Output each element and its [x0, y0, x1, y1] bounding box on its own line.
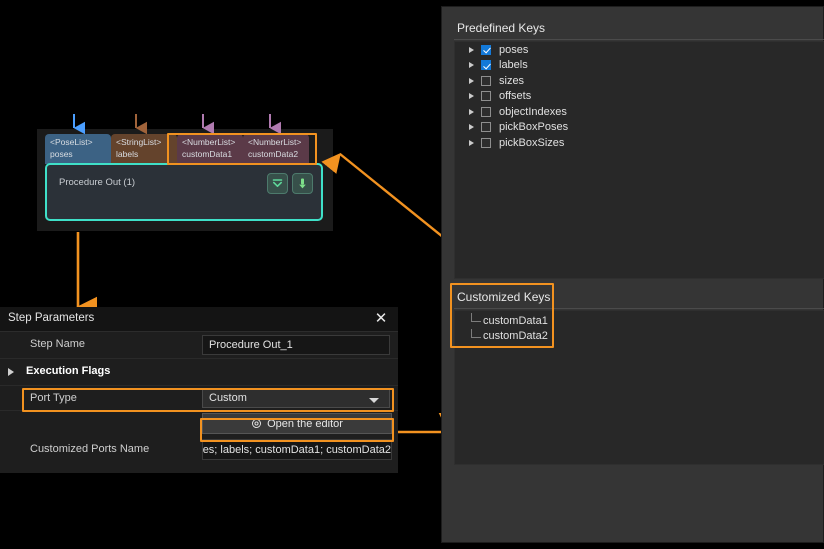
tree-row-poses[interactable]: poses: [455, 42, 824, 58]
customized-keys-tree[interactable]: customData1 customData2: [454, 310, 824, 465]
node-port-poses[interactable]: <PoseList> poses: [45, 134, 111, 164]
node-port-type: <PoseList>: [50, 137, 93, 147]
close-icon[interactable]: ✕: [372, 309, 390, 327]
panel-title: Step Parameters: [8, 312, 95, 324]
gear-icon: [252, 419, 262, 428]
node-port-name: labels: [116, 148, 139, 159]
tree-row-offsets[interactable]: offsets: [455, 89, 824, 105]
tree-item-label: objectIndexes: [499, 105, 567, 118]
node-port-type: <NumberList>: [248, 137, 302, 147]
chevron-right-icon[interactable]: [469, 139, 474, 146]
list-item[interactable]: customData2: [455, 328, 824, 345]
port-type-select[interactable]: Custom: [202, 388, 390, 408]
section-divider: [454, 308, 824, 309]
tree-item-label: sizes: [499, 74, 525, 87]
chevron-right-icon[interactable]: [469, 46, 474, 53]
step-name-input[interactable]: Procedure Out_1: [202, 335, 390, 355]
key-editor-dialog: Predefined Keys poses labels sizes offse…: [441, 6, 824, 543]
node-port-customdata1[interactable]: <NumberList> customData1: [177, 134, 243, 164]
checkbox-labels[interactable]: [481, 60, 491, 71]
step-name-label: Step Name: [30, 338, 86, 350]
port-type-label: Port Type: [30, 392, 77, 404]
execution-flags-label: Execution Flags: [26, 365, 111, 377]
node-port-name: customData2: [248, 148, 299, 159]
section-divider: [454, 39, 824, 40]
chevron-right-icon[interactable]: [469, 62, 474, 69]
open-the-editor-label: Open the editor: [267, 417, 343, 430]
customized-key-label: customData1: [483, 314, 548, 327]
customized-ports-label: Customized Ports Name: [30, 443, 150, 455]
checkbox-pickboxsizes[interactable]: [481, 137, 491, 148]
customized-keys-title: Customized Keys: [457, 290, 551, 304]
chevron-down-icon: [369, 398, 379, 403]
checkbox-offsets[interactable]: [481, 91, 491, 102]
node-port-name: customData1: [182, 148, 233, 159]
tree-row-pickboxsizes[interactable]: pickBoxSizes: [455, 135, 824, 151]
double-chevron-down-icon[interactable]: [267, 173, 288, 194]
predefined-keys-tree[interactable]: poses labels sizes offsets objectIndexes…: [454, 41, 824, 279]
tree-branch-line: [471, 313, 481, 322]
step-parameters-header: Step Parameters ✕: [0, 307, 398, 332]
tree-row-sizes[interactable]: sizes: [455, 73, 824, 89]
node-port-labels[interactable]: <StringList> labels: [111, 134, 177, 164]
customized-key-label: customData2: [483, 330, 548, 343]
double-chevron-down-glyph: [272, 179, 283, 187]
row-customized-ports-name: Customized Ports Name Open the editor po…: [0, 411, 398, 469]
node-port-type: <StringList>: [116, 137, 162, 147]
checkbox-objectindexes[interactable]: [481, 106, 491, 117]
chevron-right-icon[interactable]: [469, 77, 474, 84]
chevron-right-icon[interactable]: [469, 93, 474, 100]
chevron-right-icon[interactable]: [469, 124, 474, 131]
predefined-keys-title: Predefined Keys: [457, 21, 546, 35]
tree-item-label: pickBoxSizes: [499, 136, 565, 149]
row-port-type: Port Type Custom: [0, 386, 398, 411]
pin-icon[interactable]: [292, 173, 313, 194]
open-the-editor-button[interactable]: Open the editor: [202, 413, 392, 434]
checkbox-poses[interactable]: [481, 44, 491, 55]
tree-branch-line: [471, 328, 481, 338]
checkbox-sizes[interactable]: [481, 75, 491, 86]
node-port-customdata2[interactable]: <NumberList> customData2: [243, 134, 309, 164]
node-port-type: <NumberList>: [182, 137, 236, 147]
tree-row-objectindexes[interactable]: objectIndexes: [455, 104, 824, 120]
checkbox-pickboxposes[interactable]: [481, 122, 491, 133]
row-execution-flags[interactable]: Execution Flags: [0, 359, 398, 386]
list-item[interactable]: customData1: [455, 313, 824, 329]
step-parameters-panel: Step Parameters ✕ Step Name Procedure Ou…: [0, 307, 398, 473]
chevron-right-icon[interactable]: [469, 108, 474, 115]
row-step-name: Step Name Procedure Out_1: [0, 332, 398, 359]
node-port-strip: <PoseList> poses <StringList> labels <Nu…: [45, 134, 309, 164]
customized-keys-section: Customized Keys customData1 customData2: [451, 290, 824, 475]
predefined-keys-section: Predefined Keys poses labels sizes offse…: [451, 21, 824, 281]
tree-item-label: labels: [499, 59, 528, 72]
port-type-value: Custom: [209, 392, 247, 404]
node-title: Procedure Out (1): [59, 177, 136, 188]
node-port-name: poses: [50, 148, 73, 159]
tree-row-pickboxposes[interactable]: pickBoxPoses: [455, 120, 824, 136]
procedure-out-node[interactable]: Procedure Out (1): [45, 163, 323, 221]
pin-glyph: [299, 178, 306, 189]
tree-item-label: poses: [499, 43, 529, 56]
chevron-right-icon[interactable]: [8, 368, 14, 376]
customized-ports-input[interactable]: poses; labels; customData1; customData2: [202, 439, 392, 460]
tree-item-label: offsets: [499, 90, 532, 103]
tree-item-label: pickBoxPoses: [499, 121, 569, 134]
tree-row-labels[interactable]: labels: [455, 58, 824, 74]
